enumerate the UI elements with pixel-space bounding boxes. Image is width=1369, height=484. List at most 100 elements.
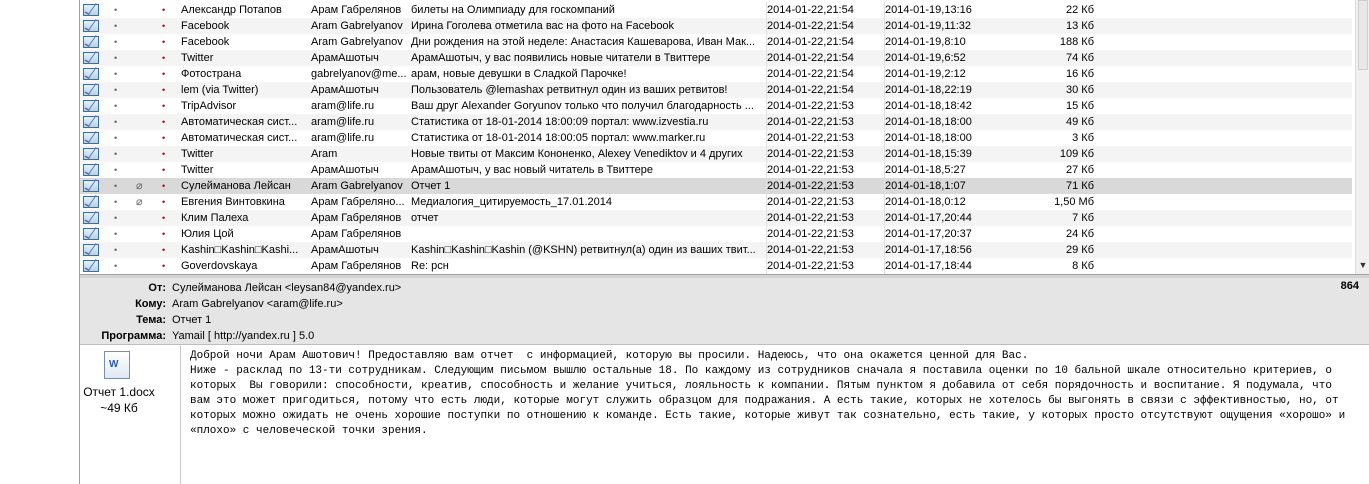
message-received: 2014-01-22,21:53 [766,210,879,226]
read-status-icon[interactable]: • [114,50,122,66]
message-to: АрамАшотыч [311,244,379,256]
message-size: 24 Кб [1066,228,1094,240]
read-status-icon[interactable]: • [114,210,122,226]
message-to: aram@life.ru [311,100,375,112]
message-row[interactable]: • • Фотострана gabrelyanov@me... арам, новые… [80,66,1352,82]
message-row[interactable]: • • Юлия Цой Арам Габрелянов 2014-01-22,21:5… [80,226,1352,242]
message-row[interactable]: • • TripAdvisor aram@life.ru Ваш друг Alexan… [80,98,1352,114]
attachment-filename[interactable]: Отчет 1.docx [80,385,158,399]
message-size: 8 Кб [1072,260,1094,272]
priority-flag-icon[interactable]: • [162,130,170,146]
message-row[interactable]: • • Клим Палеха Арам Габрелянов отчет 2014-01… [80,210,1352,226]
read-status-icon[interactable]: • [114,98,122,114]
read-status-icon[interactable]: • [114,18,122,34]
message-subject: Статистика от 18-01-2014 18:00:05 портал… [411,132,706,144]
message-received: 2014-01-22,21:53 [766,162,879,178]
message-size: 71 Кб [1066,180,1094,192]
read-status-icon[interactable]: • [114,178,122,194]
message-received: 2014-01-22,21:54 [766,66,879,82]
priority-flag-icon[interactable]: • [162,18,170,34]
message-row[interactable]: • • Автоматическая сист... aram@life.ru Стат… [80,130,1352,146]
read-status-icon[interactable]: • [114,162,122,178]
message-row[interactable]: • • Александр Потапов Арам Габрелянов билеты… [80,2,1352,18]
envelope-icon [83,146,101,162]
priority-flag-icon[interactable]: • [162,210,170,226]
envelope-icon [83,114,101,130]
message-from: Twitter [181,148,214,160]
message-row[interactable]: • • Goverdovskaya Арам Габрелянов Re: рсн 201… [80,258,1352,274]
priority-flag-icon[interactable]: • [162,50,170,66]
message-sent: 2014-01-18,1:07 [884,178,999,194]
read-status-icon[interactable]: • [114,2,122,18]
message-row[interactable]: • • lem (via Twitter) АрамАшотыч Пользовател… [80,82,1352,98]
message-received: 2014-01-22,21:54 [766,50,879,66]
priority-flag-icon[interactable]: • [162,82,170,98]
message-row[interactable]: • ⌀ • Евгения Винтовкина Арам Габрелянo... Ме… [80,194,1352,210]
message-to: Арам Габрелянов [311,4,402,16]
priority-flag-icon[interactable]: • [162,258,170,274]
message-size: 13 Кб [1066,20,1094,32]
message-from: Сулейманова Лейсан [181,180,291,192]
message-row[interactable]: • • Автоматическая сист... aram@life.ru Стат… [80,114,1352,130]
message-body-pane[interactable]: Доброй ночи Арам Ашотович! Предоставляю … [181,345,1369,484]
priority-flag-icon[interactable]: • [162,162,170,178]
read-status-icon[interactable]: • [114,226,122,242]
message-row[interactable]: • • Facebook Aram Gabrelyanov Ирина Гоголева… [80,18,1352,34]
message-to: Арам Габрелянов [311,212,402,224]
message-sent: 2014-01-18,18:00 [884,130,999,146]
message-sent: 2014-01-18,5:27 [884,162,999,178]
message-row[interactable]: • • Twitter АрамАшотыч АрамАшотыч, у вас нов… [80,162,1352,178]
message-received: 2014-01-22,21:54 [766,18,879,34]
priority-flag-icon[interactable]: • [162,194,170,210]
priority-flag-icon[interactable]: • [162,114,170,130]
message-to: aram@life.ru [311,116,375,128]
message-subject: Медиалогия_цитируемость_17.01.2014 [411,196,612,208]
message-row[interactable]: • • Kashin□Kashin□Kashi... АрамАшотыч Kashin… [80,242,1352,258]
priority-flag-icon[interactable]: • [162,146,170,162]
message-sent: 2014-01-19,11:32 [884,18,999,34]
message-subject: АрамАшотыч, у вас появились новые читате… [411,52,711,64]
message-to: aram@life.ru [311,132,375,144]
message-to: Aram [311,148,338,160]
priority-flag-icon[interactable]: • [162,226,170,242]
read-status-icon[interactable]: • [114,114,122,130]
to-value[interactable]: Aram Gabrelyanov <aram@life.ru> [172,296,343,312]
message-row[interactable]: • • Facebook Aram Gabrelyanov Дни рождения н… [80,34,1352,50]
read-status-icon[interactable]: • [114,194,122,210]
word-document-icon[interactable]: W [104,351,130,379]
message-from: lem (via Twitter) [181,84,259,96]
read-status-icon[interactable]: • [114,82,122,98]
envelope-icon [83,162,101,178]
scroll-down-arrow-icon[interactable]: ▼ [1358,260,1368,270]
message-number: 864 [1340,280,1359,292]
read-status-icon[interactable]: • [114,242,122,258]
priority-flag-icon[interactable]: • [162,34,170,50]
priority-flag-icon[interactable]: • [162,66,170,82]
read-status-icon[interactable]: • [114,258,122,274]
message-size: 74 Кб [1066,52,1094,64]
message-list[interactable]: • • Александр Потапов Арам Габрелянов билеты… [80,0,1352,274]
from-value[interactable]: Сулейманова Лейсан <leysan84@yandex.ru> [172,280,401,296]
priority-flag-icon[interactable]: • [162,98,170,114]
message-list-scrollbar[interactable]: ▼ [1355,0,1369,274]
message-to: АрамАшотыч [311,84,379,96]
read-status-icon[interactable]: • [114,66,122,82]
message-row[interactable]: • ⌀ • Сулейманова Лейсан Aram Gabrelyanov Отч… [80,178,1352,194]
read-status-icon[interactable]: • [114,146,122,162]
priority-flag-icon[interactable]: • [162,2,170,18]
message-sent: 2014-01-18,15:39 [884,146,999,162]
envelope-icon [83,18,101,34]
scrollbar-thumb[interactable] [1358,0,1368,70]
message-sent: 2014-01-17,18:56 [884,242,999,258]
message-sent: 2014-01-18,22:19 [884,82,999,98]
message-sent: 2014-01-19,6:52 [884,50,999,66]
message-sent: 2014-01-17,20:37 [884,226,999,242]
envelope-icon [83,2,101,18]
message-row[interactable]: • • Twitter Aram Новые твиты от Максим Конон… [80,146,1352,162]
message-subject: Новые твиты от Максим Кононенко, Alexey … [411,148,743,160]
read-status-icon[interactable]: • [114,130,122,146]
message-row[interactable]: • • Twitter АрамАшотыч АрамАшотыч, у вас поя… [80,50,1352,66]
priority-flag-icon[interactable]: • [162,178,170,194]
read-status-icon[interactable]: • [114,34,122,50]
priority-flag-icon[interactable]: • [162,242,170,258]
